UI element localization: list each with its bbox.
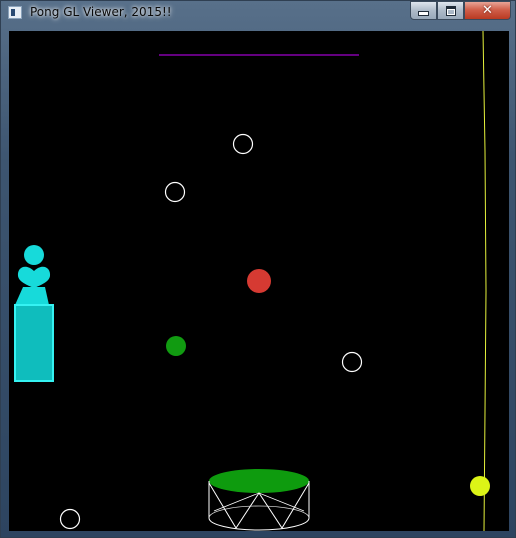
goal-cylinder (208, 469, 310, 531)
window-controls: ✕ (410, 1, 511, 20)
maximize-button[interactable] (437, 1, 464, 20)
red-ball (247, 269, 271, 293)
outline-ball (341, 351, 363, 373)
outline-ball (232, 133, 254, 155)
game-viewport[interactable] (9, 31, 509, 531)
outline-ball (59, 508, 81, 530)
title-bar[interactable]: Pong GL Viewer, 2015!! ✕ (1, 1, 515, 25)
maximize-icon (445, 5, 456, 16)
right-paddle (482, 31, 487, 531)
player-figure (14, 245, 54, 382)
close-button[interactable]: ✕ (464, 1, 511, 20)
close-icon: ✕ (482, 3, 493, 18)
window-app-icon[interactable] (8, 6, 22, 19)
game-canvas[interactable] (9, 31, 509, 531)
green-ball (166, 336, 186, 356)
minimize-button[interactable] (410, 1, 437, 20)
minimize-icon (418, 11, 429, 16)
window-title: Pong GL Viewer, 2015!! (30, 5, 172, 19)
app-window: Pong GL Viewer, 2015!! ✕ (0, 0, 516, 538)
yellow-ball (470, 476, 490, 496)
outline-ball (164, 181, 186, 203)
